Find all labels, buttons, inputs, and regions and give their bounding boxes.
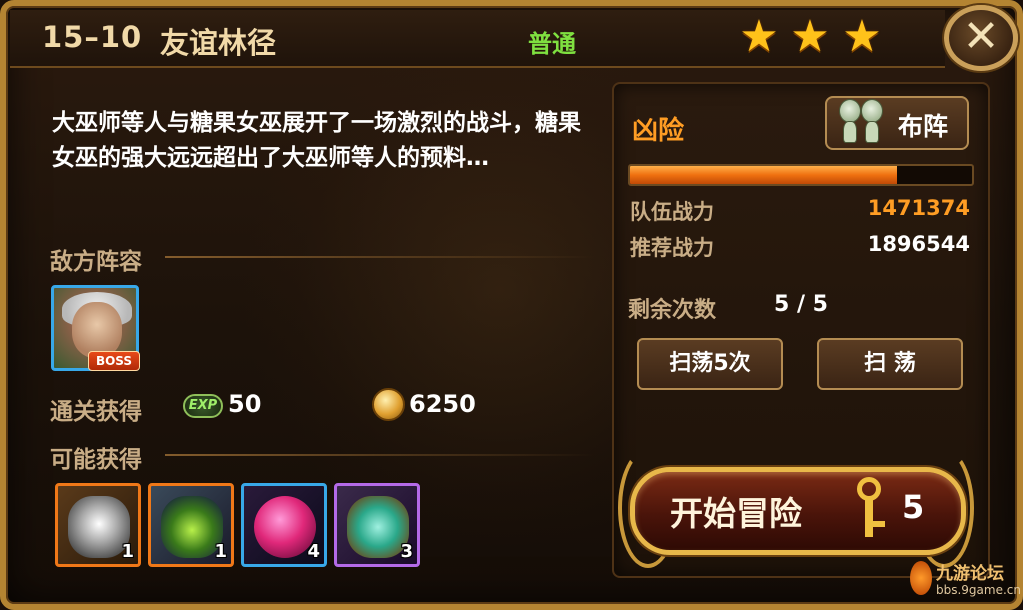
possible-drops-label: 可能获得 — [50, 447, 142, 473]
key-icon — [847, 477, 889, 539]
divider — [165, 256, 595, 258]
power-comparison-bar — [628, 164, 974, 186]
drop-item[interactable]: 1 — [55, 483, 141, 567]
drop-item[interactable]: 3 — [334, 483, 420, 567]
stage-description: 大巫师等人与糖果女巫展开了一场激烈的战斗，糖果女巫的强大远远超出了大巫师等人的预… — [52, 110, 581, 171]
formation-dolls-icon — [833, 93, 889, 149]
divider — [165, 454, 595, 456]
team-power-value: 1471374 — [867, 196, 970, 220]
item-count: 1 — [121, 541, 134, 562]
recommended-power-label: 推荐战力 — [630, 236, 714, 260]
remaining-attempts-value: 5 / 5 — [774, 292, 828, 317]
difficulty-label: 普通 — [528, 30, 576, 58]
drop-item[interactable]: 4 — [241, 483, 327, 567]
start-adventure-label: 开始冒险 — [670, 494, 802, 533]
item-count: 4 — [307, 541, 320, 562]
portrait-face — [72, 302, 122, 358]
team-power-label: 队伍战力 — [630, 200, 714, 224]
watermark-url: bbs.9game.cn — [936, 583, 1021, 597]
boss-badge: BOSS — [88, 351, 140, 371]
star-icon: ★ — [842, 11, 882, 62]
clear-rewards-label: 通关获得 — [50, 399, 142, 425]
exp-icon: EXP — [183, 394, 223, 418]
stage-code: 15–10 — [42, 20, 143, 54]
exp-reward-value: 50 — [228, 390, 262, 418]
watermark-title: 九游论坛 — [936, 564, 1004, 584]
nine-game-logo-icon — [910, 561, 932, 595]
recommended-power-value: 1896544 — [867, 232, 970, 256]
doll-figure — [839, 99, 861, 145]
power-bar-fill — [630, 166, 897, 184]
remaining-attempts-label: 剩余次数 — [628, 298, 717, 323]
doll-figure — [861, 99, 883, 145]
sweep-button[interactable]: 扫 荡 — [817, 338, 963, 390]
sweep-5-times-button[interactable]: 扫荡5次 — [637, 338, 783, 390]
danger-level-label: 凶险 — [632, 116, 685, 146]
item-count: 3 — [400, 541, 413, 562]
formation-label: 布阵 — [898, 112, 949, 141]
enemy-lineup-label: 敌方阵容 — [50, 249, 142, 275]
key-cost-value: 5 — [902, 488, 925, 526]
gold-reward-value: 6250 — [409, 390, 476, 418]
gold-coin-icon — [372, 388, 405, 421]
close-icon: ✕ — [962, 11, 1000, 62]
drop-item[interactable]: 1 — [148, 483, 234, 567]
star-icon: ★ — [739, 11, 779, 62]
stage-name: 友谊林径 — [160, 26, 277, 60]
star-icon: ★ — [790, 11, 830, 62]
item-count: 1 — [214, 541, 227, 562]
close-button[interactable]: ✕ — [944, 5, 1018, 71]
forum-watermark: 九游论坛 bbs.9game.cn — [910, 557, 1021, 603]
